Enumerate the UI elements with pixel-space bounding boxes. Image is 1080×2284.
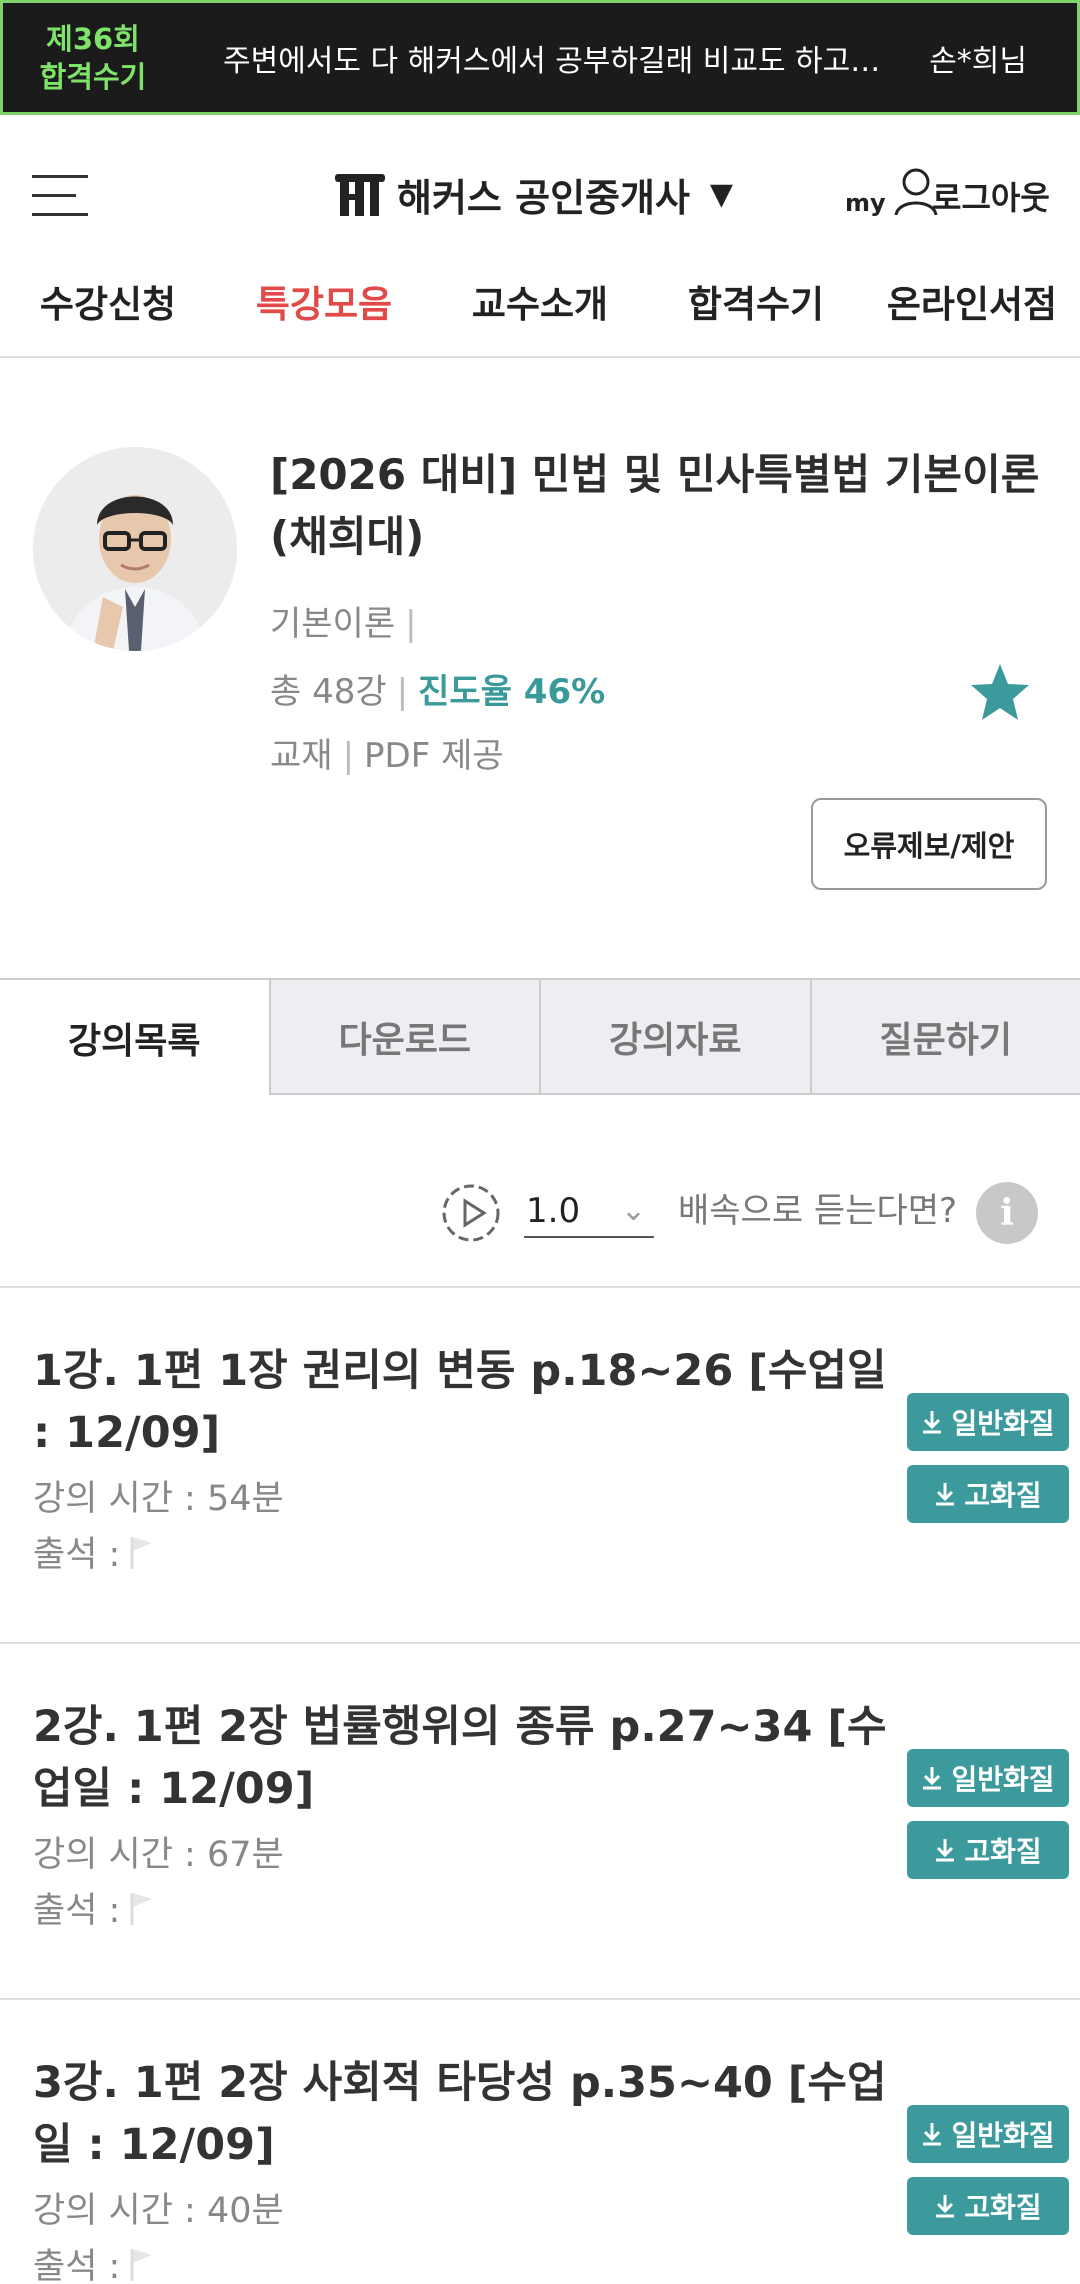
report-button[interactable]: 오류제보/제안 [811,798,1047,890]
star-icon[interactable] [968,660,1032,724]
button-label: 고화질 [964,2191,1042,2224]
button-label: 일반화질 [951,1763,1055,1796]
download-icon [936,1839,955,1862]
download-icon [923,2123,942,2146]
info-icon[interactable]: i [976,1182,1038,1244]
button-label: 일반화질 [951,1407,1055,1440]
download-icon [923,1411,942,1434]
banner-review-text[interactable]: 주변에서도 다 해커스에서 공부하길래 비교도 하고 결정했어요 [183,36,929,80]
flag-icon [130,1892,153,1925]
lecture-attendance: 출석 : [33,2238,156,2284]
chevron-down-icon: ▼ [709,177,733,212]
course-material-row: 교재 | PDF 제공 [270,736,504,776]
course-tabs: 강의목록 다운로드 강의자료 질문하기 [0,978,1080,1095]
lecture-duration: 강의 시간 : 54분 [33,1479,284,1519]
lecture-item: 1강. 1편 1장 권리의 변동 p.18~26 [수업일 : 12/09] 강… [0,1288,1080,1643]
banner-tag: 제36회 합격수기 [3,20,183,96]
brand-name: 해커스 공인중개사 [397,176,690,220]
download-high-quality-button[interactable]: 고화질 [907,1465,1069,1523]
attendance-label: 출석 : [33,2247,121,2284]
speed-select[interactable]: 1.0 ⌄ [524,1184,654,1238]
nav-item-bookstore[interactable]: 온라인서점 [864,280,1080,356]
lecture-item: 3강. 1편 2장 사회적 타당성 p.35~40 [수업일 : 12/09] … [0,2000,1080,2284]
course-title: [2026 대비] 민법 및 민사특별법 기본이론 (채희대) [270,450,1040,561]
promo-banner[interactable]: 제36회 합격수기 주변에서도 다 해커스에서 공부하길래 비교도 하고 결정했… [0,0,1080,115]
download-normal-quality-button[interactable]: 일반화질 [907,1393,1069,1451]
material-value: PDF 제공 [364,736,504,776]
button-label: 고화질 [964,1835,1042,1868]
attendance-label: 출석 : [33,1891,121,1931]
tab-materials[interactable]: 강의자료 [539,980,810,1095]
nav-item-reviews[interactable]: 합격수기 [648,280,864,356]
button-label: 일반화질 [951,2119,1055,2152]
playback-speed-icon [442,1184,500,1242]
download-high-quality-button[interactable]: 고화질 [907,2177,1069,2235]
speed-hint: 배속으로 듣는다면? [678,1191,958,1231]
lecture-item: 2강. 1편 2장 법률행위의 종류 p.27~34 [수업일 : 12/09]… [0,1644,1080,1999]
banner-author: 손*희님 [929,43,1027,79]
brand-selector[interactable]: 해커스 공인중개사 ▼ [333,167,733,222]
speed-value: 1.0 [526,1191,581,1231]
course-total: 총 48강 [270,672,387,712]
flag-icon [130,2248,153,2281]
lecture-title[interactable]: 2강. 1편 2장 법률행위의 종류 p.27~34 [수업일 : 12/09] [33,1696,893,1820]
lecture-title[interactable]: 3강. 1편 2장 사회적 타당성 p.35~40 [수업일 : 12/09] [33,2052,893,2176]
download-normal-quality-button[interactable]: 일반화질 [907,1749,1069,1807]
lecture-duration: 강의 시간 : 40분 [33,2191,284,2231]
flag-icon [130,1536,153,1569]
lecture-attendance: 출석 : [33,1882,156,1933]
tab-download[interactable]: 다운로드 [268,980,539,1095]
download-high-quality-button[interactable]: 고화질 [907,1821,1069,1879]
lecture-attendance: 출석 : [33,1526,156,1577]
course-category-row: 기본이론 | [270,604,417,644]
my-label: my [845,189,886,217]
download-icon [923,1767,942,1790]
download-icon [936,2195,955,2218]
menu-icon[interactable] [32,175,88,217]
logout-link[interactable]: 로그아웃 [932,173,1050,219]
chevron-down-icon: ⌄ [620,1193,646,1228]
nav-item-professors[interactable]: 교수소개 [432,280,648,356]
main-nav: 수강신청 특강모음 교수소개 합격수기 온라인서점 [0,280,1080,358]
download-icon [936,1483,955,1506]
banner-tag-line1: 제36회 [46,21,140,56]
tab-questions[interactable]: 질문하기 [809,980,1080,1095]
professor-avatar [33,447,237,651]
playback-speed-row: 1.0 ⌄ 배속으로 듣는다면? i [0,1170,1080,1250]
my-page-link[interactable]: my [845,165,940,217]
course-category: 기본이론 [270,604,396,644]
nav-item-special[interactable]: 특강모음 [216,280,432,356]
material-label: 교재 [270,736,333,776]
nav-item-enroll[interactable]: 수강신청 [0,280,216,356]
lecture-title[interactable]: 1강. 1편 1장 권리의 변동 p.18~26 [수업일 : 12/09] [33,1340,893,1464]
course-progress: 진도율 46% [418,672,606,712]
download-normal-quality-button[interactable]: 일반화질 [907,2105,1069,2163]
course-progress-row: 총 48강 | 진도율 46% [270,672,606,712]
button-label: 고화질 [964,1479,1042,1512]
lecture-duration: 강의 시간 : 67분 [33,1835,284,1875]
banner-tag-line2: 합격수기 [39,59,147,94]
hackers-logo-icon [335,173,385,216]
site-header: 해커스 공인중개사 ▼ my 로그아웃 [0,115,1080,280]
tab-lecture-list[interactable]: 강의목록 [0,980,269,1095]
attendance-label: 출석 : [33,1535,121,1575]
